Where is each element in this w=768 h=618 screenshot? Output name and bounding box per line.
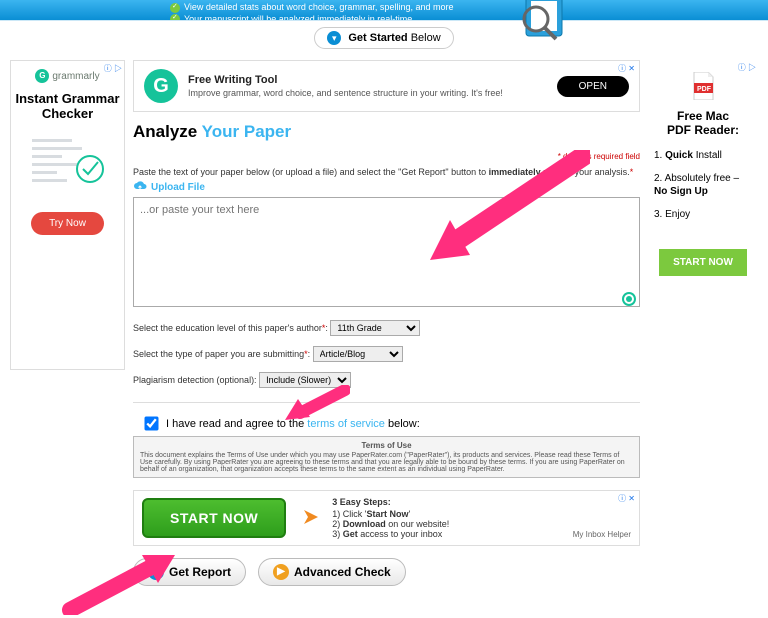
grammarly-logo: Ggrammarly	[35, 69, 99, 83]
right-sidebar-ad[interactable]: ⓘ ▷ PDF Free MacPDF Reader: 1. Quick Ins…	[648, 60, 758, 586]
try-now-button[interactable]: Try Now	[31, 212, 104, 235]
upload-file-link[interactable]: Upload File	[133, 181, 205, 193]
cloud-upload-icon	[133, 181, 147, 193]
grammarly-badge-icon[interactable]	[622, 292, 636, 306]
education-level-row: Select the education level of this paper…	[133, 320, 640, 336]
orange-arrow-icon	[298, 506, 320, 531]
top-ad-title: Free Writing Tool	[188, 74, 547, 86]
start-now-ad[interactable]: ⓘ ✕ START NOW 3 Easy Steps: 1) Click 'St…	[133, 490, 640, 546]
header-bullet-text: View detailed stats about word choice, g…	[184, 2, 453, 12]
open-ad-button[interactable]: OPEN	[557, 76, 629, 97]
arrow-right-icon: ▶	[273, 564, 289, 580]
top-banner-ad[interactable]: ⓘ ✕ G Free Writing Tool Improve grammar,…	[133, 60, 640, 112]
plagiarism-select[interactable]: Include (Slower)	[259, 372, 351, 388]
plagiarism-row: Plagiarism detection (optional): Include…	[133, 372, 640, 388]
get-started-bar: ▾ Get Started Below	[0, 20, 768, 50]
ad-sponsor: My Inbox Helper	[573, 530, 631, 539]
pdf-icon: PDF	[691, 72, 715, 100]
adchoices-icon[interactable]: ⓘ ✕	[618, 63, 635, 74]
arrow-down-icon: ▾	[327, 31, 341, 45]
play-icon: ▶	[148, 564, 164, 580]
get-started-button[interactable]: ▾ Get Started Below	[314, 27, 453, 49]
grammarly-logo-icon: G	[144, 69, 178, 103]
left-ad-headline: Instant Grammar Checker	[15, 91, 120, 121]
document-check-icon	[28, 135, 108, 195]
education-level-select[interactable]: 11th Grade	[330, 320, 420, 336]
instruction-text: Paste the text of your paper below (or u…	[133, 167, 640, 177]
divider	[133, 402, 640, 403]
terms-agree-row: I have read and agree to the terms of se…	[133, 417, 640, 430]
get-report-button[interactable]: ▶ Get Report	[133, 558, 246, 586]
adchoices-icon[interactable]: ⓘ ▷	[104, 63, 122, 74]
right-ad-headline: Free MacPDF Reader:	[648, 109, 758, 137]
paper-type-row: Select the type of paper you are submitt…	[133, 346, 640, 362]
adchoices-icon[interactable]: ⓘ ▷	[738, 62, 756, 73]
adchoices-icon[interactable]: ⓘ ✕	[618, 493, 635, 504]
left-sidebar-ad[interactable]: ⓘ ▷ Ggrammarly Instant Grammar Checker T…	[10, 60, 125, 370]
steps-list: 3 Easy Steps: 1) Click 'Start Now' 2) Do…	[332, 497, 449, 539]
advanced-check-button[interactable]: ▶ Advanced Check	[258, 558, 406, 586]
paper-text-input[interactable]	[133, 197, 640, 307]
magnifier-illustration	[508, 0, 578, 46]
terms-of-use-box[interactable]: Terms of Use This document explains the …	[133, 436, 640, 478]
terms-link[interactable]: terms of service	[307, 418, 385, 430]
right-ad-list: 1. Quick Install 2. Absolutely free – No…	[648, 149, 758, 221]
svg-text:PDF: PDF	[697, 86, 712, 93]
right-start-now-button[interactable]: START NOW	[659, 249, 747, 276]
page-title: Analyze Your Paper	[133, 122, 640, 142]
paper-type-select[interactable]: Article/Blog	[313, 346, 403, 362]
start-now-button[interactable]: START NOW	[142, 498, 286, 538]
header-feature-strip: View detailed stats about word choice, g…	[0, 0, 768, 20]
terms-checkbox[interactable]	[144, 416, 158, 430]
top-ad-body: Improve grammar, word choice, and senten…	[188, 88, 547, 98]
required-note: * denotes required field	[133, 152, 640, 161]
